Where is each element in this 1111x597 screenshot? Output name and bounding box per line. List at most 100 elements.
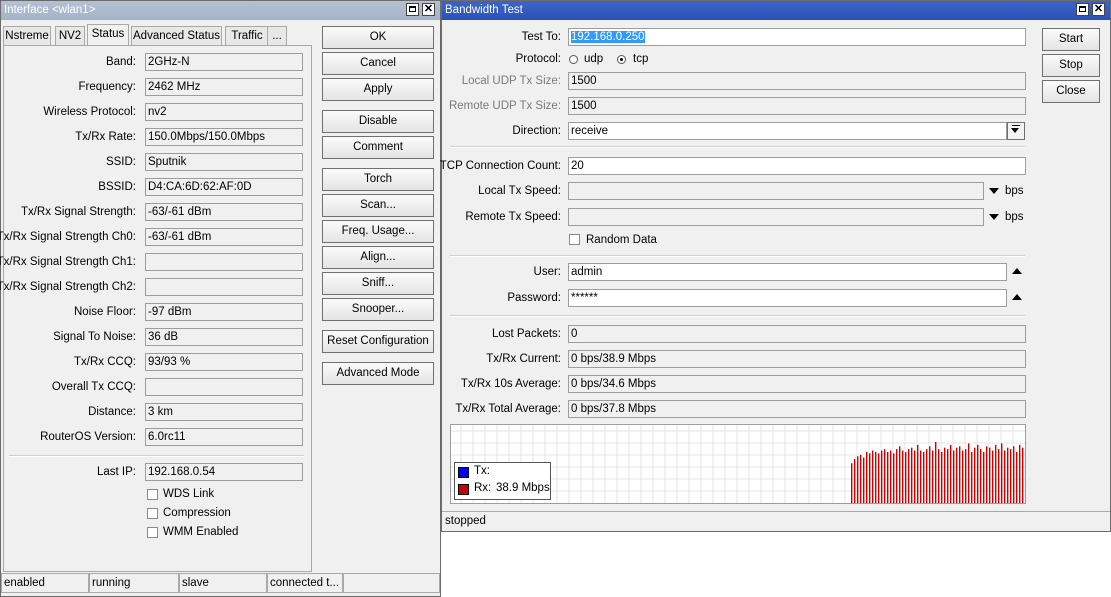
local-speed-field[interactable]: [568, 182, 984, 200]
field-label: Band:: [105, 56, 136, 68]
rx-legend-label: Rx:: [474, 482, 492, 494]
last-ip-label: Last IP:: [97, 466, 136, 478]
field-label: Tx/Rx Signal Strength:: [20, 206, 136, 218]
rx-bar: [971, 451, 973, 503]
rx-bar: [911, 447, 913, 503]
scan-button[interactable]: Scan...: [322, 194, 434, 217]
password-field[interactable]: ******: [568, 289, 1007, 307]
wmm-enabled-checkbox[interactable]: [147, 527, 158, 538]
rx-bar: [860, 454, 862, 503]
field-label: BSSID:: [98, 181, 136, 193]
wds-link-label: WDS Link: [163, 488, 215, 500]
user-collapse-icon[interactable]: [1012, 268, 1022, 274]
tcp-radio[interactable]: [617, 55, 626, 64]
udp-radio[interactable]: [569, 55, 578, 64]
random-data-checkbox[interactable]: [569, 234, 580, 245]
reset-configuration-button[interactable]: Reset Configuration: [322, 330, 434, 353]
interface-title: Interface <wlan1>: [4, 4, 96, 16]
align-button[interactable]: Align...: [322, 246, 434, 269]
direction-dropdown-icon[interactable]: [1007, 122, 1025, 140]
rx-bar: [902, 450, 904, 503]
field-value: D4:CA:6D:62:AF:0D: [145, 178, 303, 196]
rx-bar: [935, 442, 937, 503]
user-field[interactable]: admin: [568, 263, 1007, 281]
test-to-label: Test To:: [521, 31, 561, 43]
tab-traffic[interactable]: Traffic: [225, 26, 269, 45]
rx-bar: [857, 456, 859, 503]
rx-bar: [986, 446, 988, 503]
rx-bar: [968, 443, 970, 503]
password-collapse-icon[interactable]: [1012, 294, 1022, 300]
rx-bar: [962, 450, 964, 503]
rx-bar: [1010, 449, 1012, 503]
rx-bar: [992, 450, 994, 503]
maximize-icon[interactable]: [406, 3, 419, 16]
remote-speed-dropdown-icon[interactable]: [989, 214, 999, 220]
field-value: [145, 378, 303, 396]
direction-label: Direction:: [512, 125, 561, 137]
field-value: -63/-61 dBm: [145, 228, 303, 246]
field-label: Tx/Rx Signal Strength Ch0:: [0, 231, 136, 243]
maximize-icon[interactable]: [1076, 3, 1089, 16]
rx-bar: [890, 450, 892, 503]
ok-button[interactable]: OK: [322, 26, 434, 49]
tab-status[interactable]: Status: [87, 24, 129, 46]
protocol-label: Protocol:: [515, 53, 561, 65]
comment-button[interactable]: Comment: [322, 136, 434, 159]
bandwidth-title: Bandwidth Test: [445, 4, 523, 16]
rx-bar: [956, 447, 958, 503]
start-button[interactable]: Start: [1042, 28, 1100, 51]
remote-speed-field[interactable]: [568, 208, 984, 226]
wds-link-checkbox[interactable]: [147, 489, 158, 500]
rx-bar: [926, 449, 928, 503]
direction-select[interactable]: receive: [568, 122, 1007, 140]
rx-bar: [908, 449, 910, 503]
close-icon[interactable]: ✕: [422, 3, 435, 16]
rx-bar: [929, 446, 931, 503]
current-label: Tx/Rx Current:: [486, 353, 561, 365]
rx-bar: [965, 449, 967, 503]
field-value: 2462 MHz: [145, 78, 303, 96]
bandwidth-test-window: Bandwidth Test ✕ Test To: 192.168.0.250 …: [440, 0, 1111, 532]
rx-bar: [920, 450, 922, 503]
last-ip-field: 192.168.0.54: [145, 463, 303, 481]
field-value: 36 dB: [145, 328, 303, 346]
field-label: Tx/Rx CCQ:: [74, 356, 136, 368]
close-icon[interactable]: ✕: [1092, 3, 1105, 16]
tx-legend-swatch: [458, 467, 469, 478]
advanced-mode-button[interactable]: Advanced Mode: [322, 362, 434, 385]
field-value: [145, 278, 303, 296]
wmm-enabled-label: WMM Enabled: [163, 526, 239, 538]
divider: [450, 146, 1025, 148]
snooper-button[interactable]: Snooper...: [322, 298, 434, 321]
tab-advanced-status[interactable]: Advanced Status: [131, 26, 222, 45]
rx-bar: [869, 453, 871, 503]
rx-bar: [974, 447, 976, 503]
random-data-label: Random Data: [586, 234, 657, 246]
cancel-button[interactable]: Cancel: [322, 52, 434, 75]
tab-more[interactable]: ...: [267, 26, 287, 45]
rx-bar: [989, 447, 991, 503]
field-label: Wireless Protocol:: [43, 106, 136, 118]
bandwidth-titlebar[interactable]: Bandwidth Test ✕: [442, 1, 1110, 20]
sniff-button[interactable]: Sniff...: [322, 272, 434, 295]
close-button[interactable]: Close: [1042, 80, 1100, 103]
compression-checkbox[interactable]: [147, 508, 158, 519]
disable-button[interactable]: Disable: [322, 110, 434, 133]
freq-usage-button[interactable]: Freq. Usage...: [322, 220, 434, 243]
stop-button[interactable]: Stop: [1042, 54, 1100, 77]
remote-speed-unit: bps: [1005, 211, 1024, 223]
local-speed-unit: bps: [1005, 185, 1024, 197]
tab-nstreme[interactable]: Nstreme: [3, 26, 51, 45]
test-to-field[interactable]: 192.168.0.250: [568, 28, 1026, 46]
interface-titlebar[interactable]: Interface <wlan1> ✕: [1, 1, 440, 20]
tcp-count-field[interactable]: 20: [568, 157, 1026, 175]
rx-bar: [995, 444, 997, 503]
torch-button[interactable]: Torch: [322, 168, 434, 191]
local-speed-dropdown-icon[interactable]: [989, 188, 999, 194]
apply-button[interactable]: Apply: [322, 78, 434, 101]
status-enabled: enabled: [1, 573, 89, 593]
field-label: Distance:: [88, 406, 136, 418]
field-label: RouterOS Version:: [40, 431, 136, 443]
tab-nv2[interactable]: NV2: [55, 26, 85, 45]
